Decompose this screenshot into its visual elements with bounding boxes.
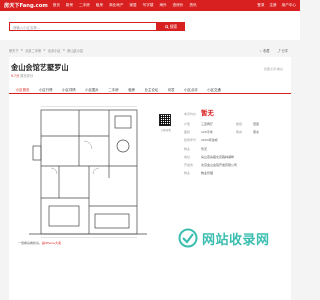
tab-transport[interactable]: 小区交通 [202, 84, 225, 93]
info-list: 本月均价 暂无 户型 三室两厅 楼层 低层 面积 120平米 朝向 南北 建筑年代 200… [184, 108, 288, 179]
score: 9.7分 暂无评分 [11, 74, 34, 78]
search-button-label: 搜索 [169, 23, 178, 29]
search-band: 请输入小区名称... 搜索 [0, 11, 300, 40]
register-link[interactable]: 注册 [269, 3, 276, 8]
breadcrumb: 房天下 > 北京二手房 > 北京小区 > 房山区小区 [9, 48, 84, 53]
search-input[interactable]: 请输入小区名称... [9, 22, 157, 31]
page-title: 金山会馆艺墅罗山 [11, 63, 69, 72]
tab-details[interactable]: 小区详情 [57, 84, 80, 93]
page-actions: ☆ 收藏 ⤴ 分享 [259, 48, 288, 53]
qr-code [159, 114, 171, 126]
floor-plan-image[interactable] [29, 106, 147, 238]
search-button[interactable]: 搜索 [157, 22, 185, 31]
info-row: 物业 物业管理 [184, 171, 214, 176]
qr-caption: 扫码查看 [161, 129, 171, 132]
breadcrumb-item[interactable]: 房山区小区 [67, 48, 83, 53]
tab-bar: 小区首页 小区行情 小区详情 小区图片 二手房 租房 业主论坛 问答 小区点评 … [9, 84, 291, 94]
nav-link[interactable]: 新房 [66, 3, 73, 8]
nav-link[interactable]: 首页 [53, 3, 60, 8]
nav-user-links: 登录 注册 用户中心 [257, 3, 296, 8]
breadcrumb-item[interactable]: 房天下 [9, 48, 19, 53]
info-row: 户型 三室两厅 [184, 122, 214, 126]
tab-reviews[interactable]: 小区点评 [179, 84, 202, 93]
info-row: 楼层 低层 [236, 122, 260, 126]
review-link[interactable]: 我要点评/看房 [264, 67, 283, 71]
nav-link[interactable]: 查房价 [173, 3, 184, 8]
nav-link[interactable]: 海外 [159, 3, 166, 8]
info-row: 地址 房山燕房路北京森林湖畔 [184, 154, 235, 159]
search-icon [164, 24, 169, 29]
tab-qa[interactable]: 问答 [163, 84, 179, 93]
nav-link[interactable]: 二手房 [79, 3, 90, 8]
nav-links: 首页 新房 二手房 租房 商业地产 家居 写字楼 海外 查房价 资讯 [53, 3, 258, 8]
info-row: 面积 120平米 [184, 130, 213, 135]
price-row: 本月均价 暂无 [184, 108, 288, 117]
favorite-button[interactable]: ☆ 收藏 [259, 48, 269, 53]
info-row: 物业 暂无 [184, 146, 208, 151]
price-label: 本月均价 [184, 112, 197, 116]
tab-photos[interactable]: 小区图片 [80, 84, 103, 93]
tab-resale[interactable]: 二手房 [104, 84, 124, 93]
breadcrumb-item[interactable]: 北京二手房 [25, 48, 41, 53]
nav-link[interactable]: 写字楼 [143, 3, 154, 8]
site-logo[interactable]: 房天下Fang.com [4, 2, 48, 9]
nav-link[interactable]: 租房 [96, 3, 103, 8]
promo-link[interactable]: 赢iPhone大奖 [42, 241, 61, 245]
top-nav: 房天下Fang.com 首页 新房 二手房 租房 商业地产 家居 写字楼 海外 … [0, 0, 300, 11]
share-button[interactable]: ⤴ 分享 [277, 48, 288, 53]
tab-forum[interactable]: 业主论坛 [140, 84, 163, 93]
watermark-text: 网站收录网 [202, 232, 270, 248]
tab-rent[interactable]: 租房 [123, 84, 139, 93]
tab-market[interactable]: 小区行情 [34, 84, 57, 93]
breadcrumb-item[interactable]: 北京小区 [48, 48, 61, 53]
nav-link[interactable]: 商业地产 [109, 3, 123, 8]
user-center-link[interactable]: 用户中心 [282, 3, 296, 8]
nav-link[interactable]: 家居 [129, 3, 136, 8]
watermark: 网站收录网 [178, 226, 294, 250]
content-panel: 扫码查看 本月均价 暂无 户型 三室两厅 楼层 低层 面积 120平米 朝向 南北 建筑… [9, 96, 291, 300]
login-link[interactable]: 登录 [257, 3, 264, 8]
nav-link[interactable]: 资讯 [189, 3, 196, 8]
watermark-logo-icon [178, 228, 198, 248]
promo-caption[interactable]: 一键看房看新房，赢iPhone大奖 [18, 241, 61, 245]
tab-home[interactable]: 小区首页 [11, 84, 34, 93]
price-value: 暂无 [201, 109, 214, 117]
info-row: 开发商 北京金山会馆开发有限公司 [184, 162, 238, 167]
info-row: 建筑年代 2003年建成 [184, 138, 218, 143]
info-row: 朝向 南北 [236, 130, 260, 135]
